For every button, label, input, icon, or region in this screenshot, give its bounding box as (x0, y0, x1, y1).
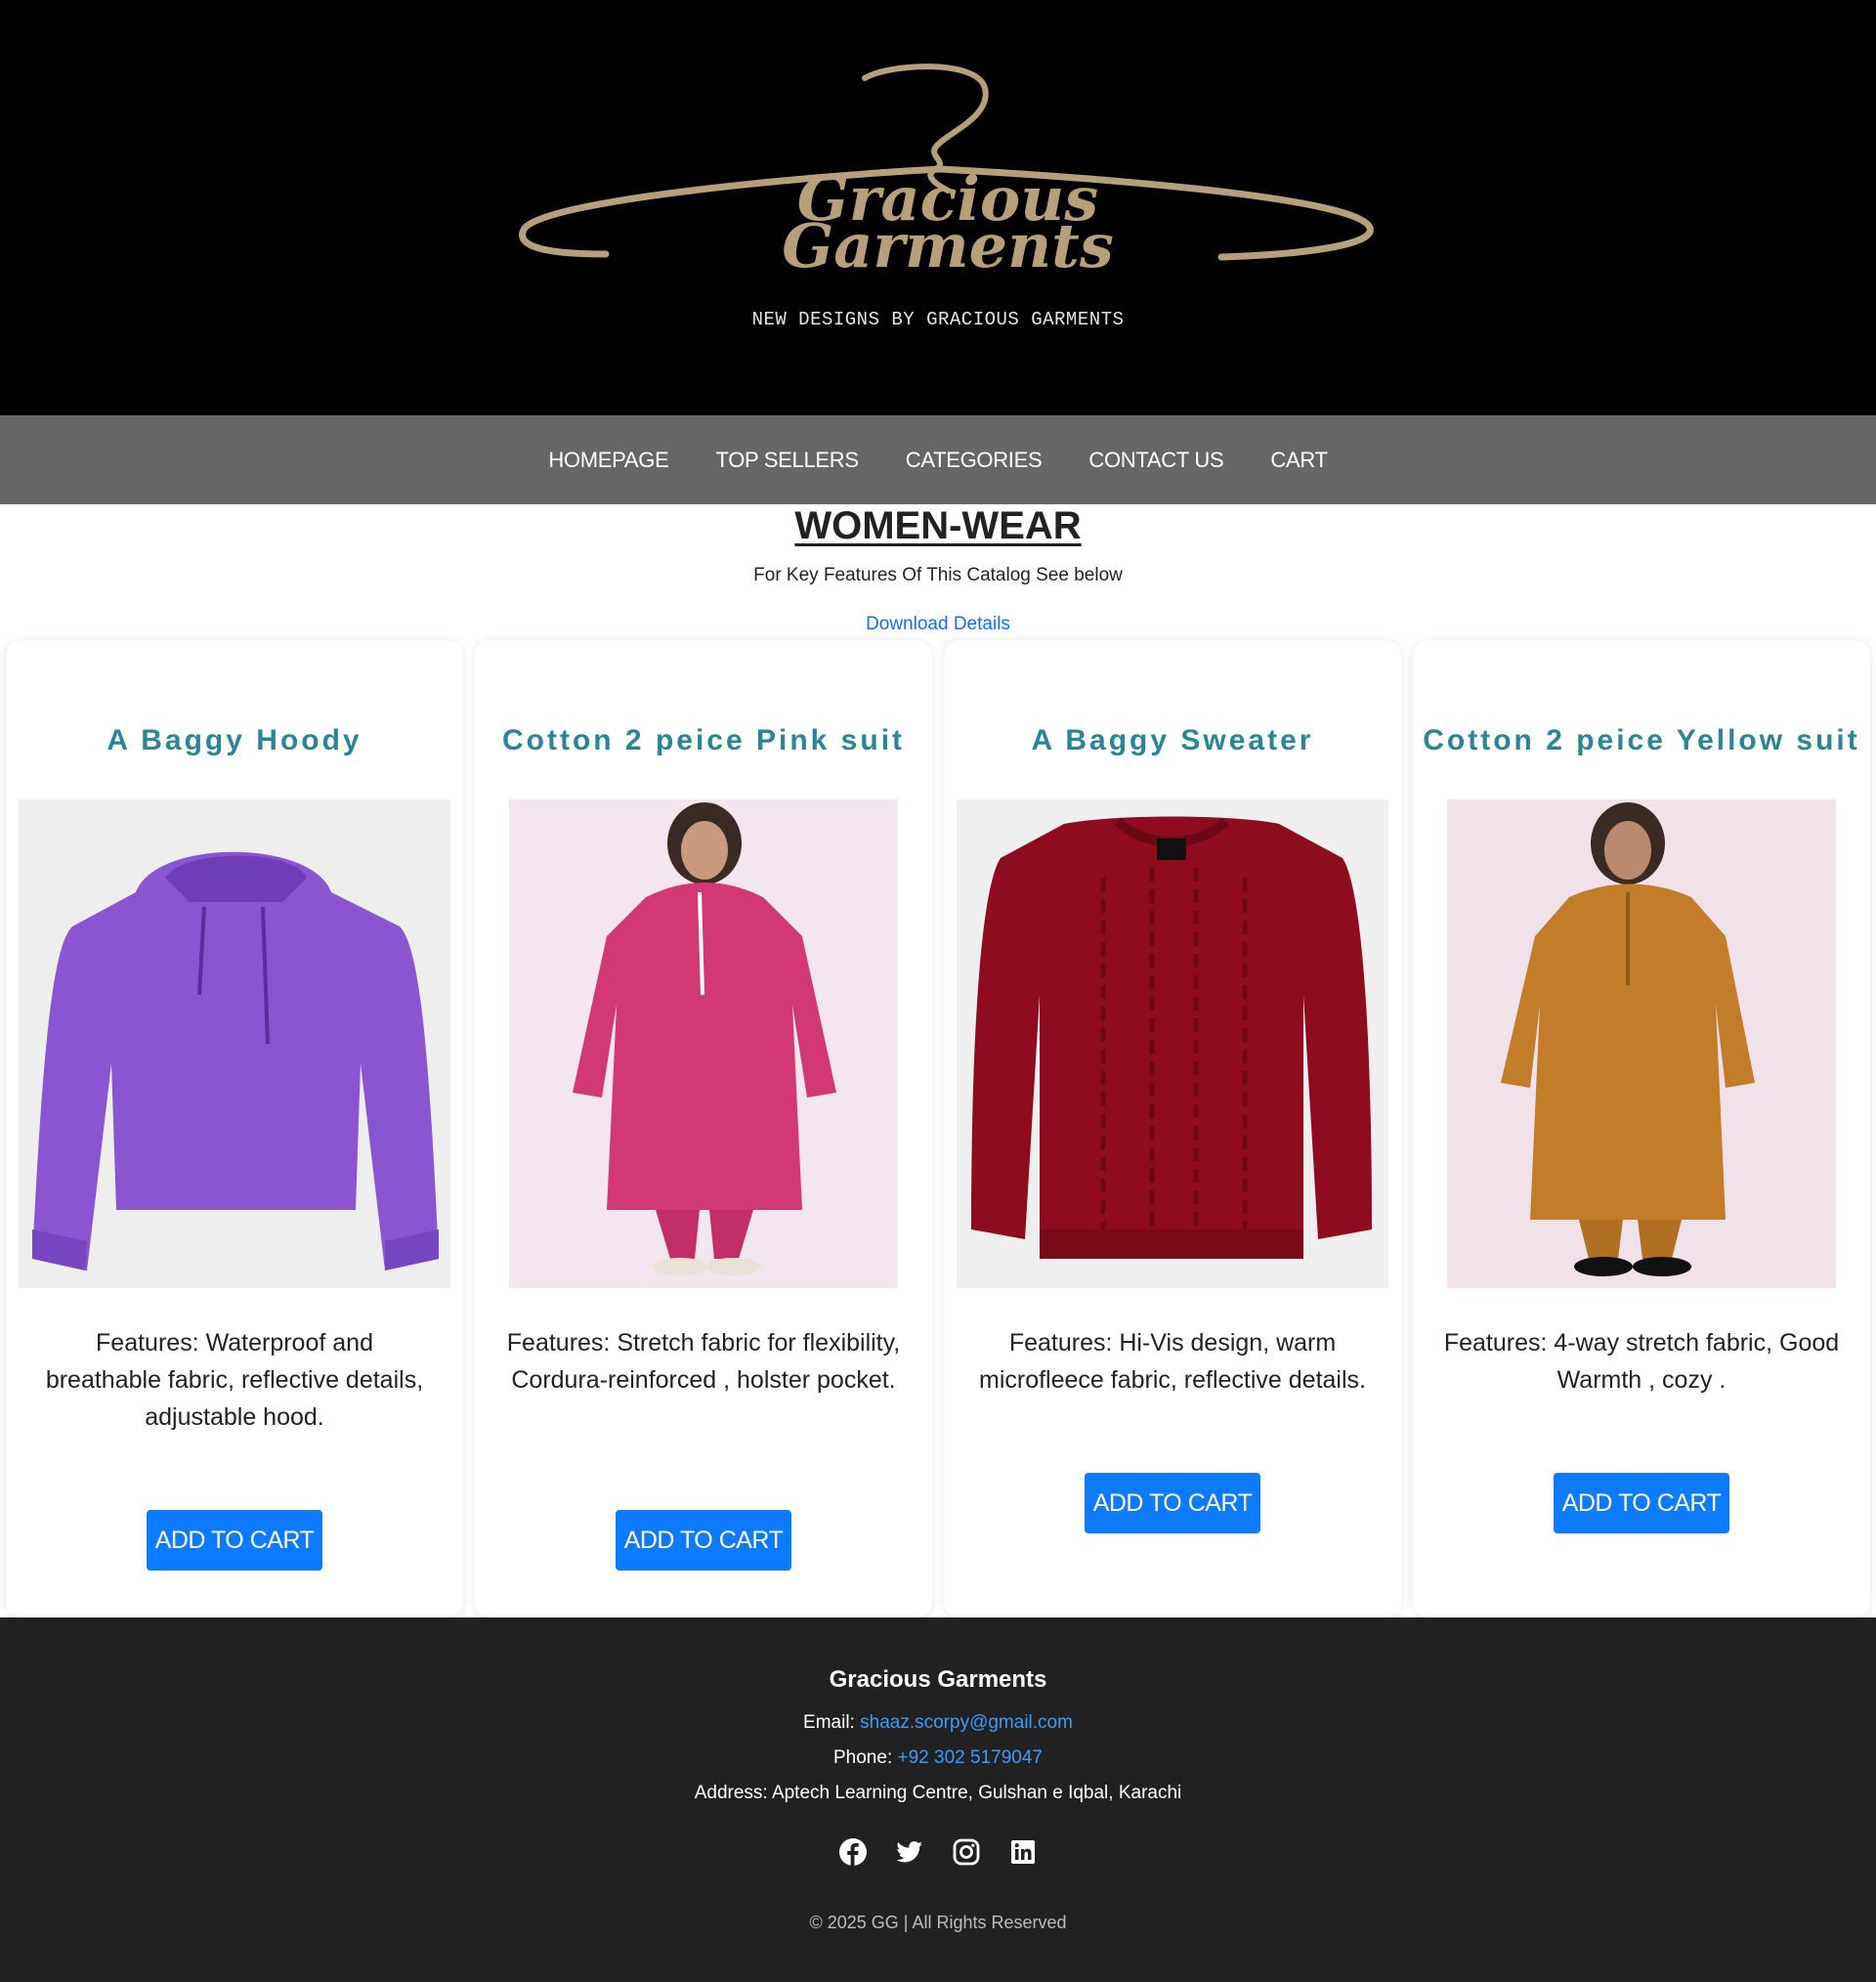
product-card: A Baggy Sweater Features: Hi-Vis design,… (944, 640, 1401, 1617)
linkedin-icon[interactable] (1008, 1837, 1038, 1867)
brand-logo: Gracious Garments (519, 64, 1374, 281)
product-card: Cotton 2 peice Pink suit Features: Stret… (475, 640, 932, 1617)
nav-top-sellers[interactable]: TOP SELLERS (715, 448, 859, 473)
email-link[interactable]: shaaz.scorpy@gmail.com (860, 1712, 1073, 1733)
product-image-sweater (957, 799, 1388, 1288)
add-to-cart-button[interactable]: ADD TO CART (1554, 1473, 1729, 1533)
product-title: A Baggy Sweater (1031, 724, 1314, 756)
footer-address: Address: Aptech Learning Centre, Gulshan… (694, 1783, 1182, 1803)
main-nav: HOMEPAGE TOP SELLERS CATEGORIES CONTACT … (0, 415, 1876, 504)
product-image-hoody (19, 799, 450, 1288)
product-card: Cotton 2 peice Yellow suit Features: 4-w… (1413, 640, 1870, 1617)
facebook-icon[interactable] (838, 1837, 868, 1867)
header-tagline: NEW DESIGNS BY GRACIOUS GARMENTS (751, 309, 1125, 330)
instagram-icon[interactable] (952, 1837, 981, 1867)
email-label: Email: (803, 1712, 855, 1733)
nav-homepage[interactable]: HOMEPAGE (548, 448, 668, 473)
copyright-text: © 2025 GG | All Rights Reserved (809, 1913, 1067, 1932)
product-features: Features: Stretch fabric for flexibility… (506, 1329, 901, 1394)
twitter-icon[interactable] (895, 1837, 924, 1867)
site-header: Gracious Garments NEW DESIGNS BY GRACIOU… (0, 0, 1876, 415)
phone-label: Phone: (833, 1747, 893, 1768)
nav-cart[interactable]: CART (1270, 448, 1328, 473)
download-details-link[interactable]: Download Details (866, 614, 1010, 634)
product-features: Features: Hi-Vis design, warm microfleec… (979, 1329, 1366, 1394)
product-features: Features: 4-way stretch fabric, Good War… (1443, 1329, 1840, 1394)
product-title: A Baggy Hoody (107, 724, 362, 756)
page-title: WOMEN-WEAR (794, 504, 1082, 547)
nav-categories[interactable]: CATEGORIES (906, 448, 1043, 473)
footer-email: Email: shaaz.scorpy@gmail.com (0, 1712, 1876, 1734)
nav-contact-us[interactable]: CONTACT US (1088, 448, 1223, 473)
footer-phone: Phone: +92 302 5179047 (0, 1747, 1876, 1769)
social-links (0, 1837, 1876, 1867)
product-features: Features: Waterproof and breathable fabr… (45, 1329, 424, 1431)
logo-line2: Garments (782, 210, 1113, 281)
add-to-cart-button[interactable]: ADD TO CART (616, 1510, 791, 1571)
product-image-pink-suit (509, 799, 898, 1288)
product-card: A Baggy Hoody Features: Waterproof and b… (6, 640, 463, 1617)
add-to-cart-button[interactable]: ADD TO CART (1085, 1473, 1260, 1533)
product-image-yellow-suit (1447, 799, 1836, 1288)
page-subtitle: For Key Features Of This Catalog See bel… (753, 565, 1123, 585)
footer-brand: Gracious Garments (829, 1666, 1047, 1693)
product-title: Cotton 2 peice Yellow suit (1423, 724, 1860, 756)
product-grid: A Baggy Hoody Features: Waterproof and b… (0, 640, 1876, 1617)
add-to-cart-button[interactable]: ADD TO CART (147, 1510, 322, 1571)
phone-link[interactable]: +92 302 5179047 (898, 1747, 1043, 1768)
product-title: Cotton 2 peice Pink suit (501, 724, 906, 756)
